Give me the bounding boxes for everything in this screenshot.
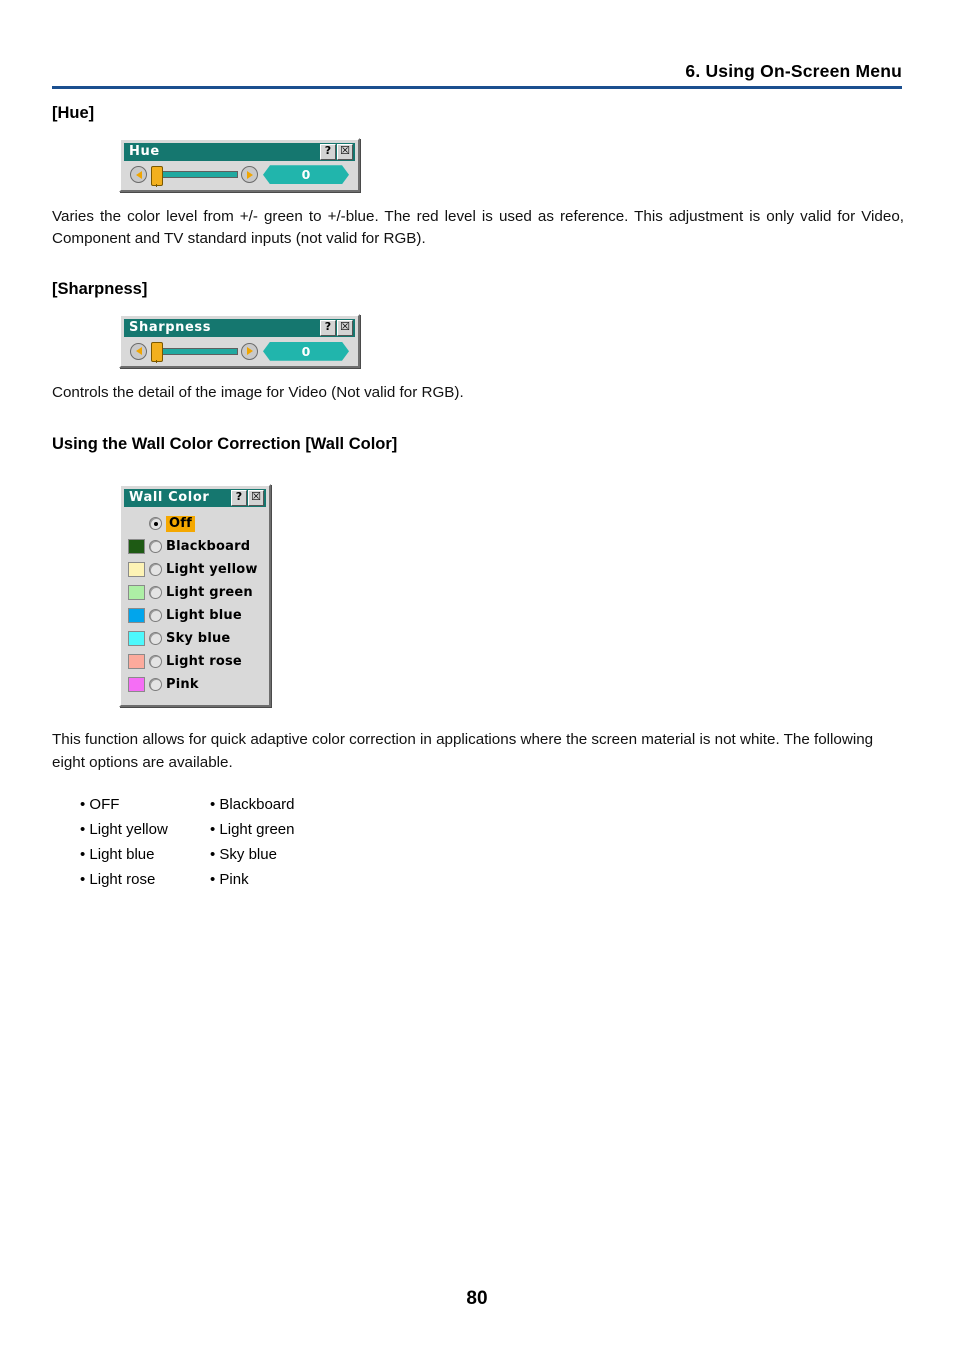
close-icon[interactable]: ☒ xyxy=(337,320,353,337)
hue-titlebar-buttons: ? ☒ xyxy=(320,143,353,160)
radio-button-icon[interactable] xyxy=(149,632,162,646)
hue-slider[interactable] xyxy=(148,165,240,187)
heading-hue: [Hue] xyxy=(52,104,95,122)
sharpness-slider[interactable] xyxy=(148,342,240,364)
wall-color-item-light-blue[interactable]: Light blue xyxy=(128,604,262,627)
wall-color-item-light-rose[interactable]: Light rose xyxy=(128,650,262,673)
sharpness-slider-track xyxy=(156,347,238,355)
wall-color-option: • Light yellow xyxy=(80,821,168,839)
wall-color-option: • Light blue xyxy=(80,846,155,864)
color-swatch-icon xyxy=(128,585,145,601)
wall-color-item-sky-blue[interactable]: Sky blue xyxy=(128,627,262,650)
help-icon[interactable]: ? xyxy=(320,143,336,160)
wall-color-option: • Pink xyxy=(210,871,249,889)
wall-color-item-light-yellow[interactable]: Light yellow xyxy=(128,558,262,581)
wall-color-item-label: Sky blue xyxy=(166,630,231,646)
wall-color-item-off[interactable]: Off xyxy=(128,512,262,535)
wall-color-item-blackboard[interactable]: Blackboard xyxy=(128,535,262,558)
heading-wall-color: Using the Wall Color Correction [Wall Co… xyxy=(52,434,398,453)
sharpness-dialog-title: Sharpness xyxy=(129,320,212,336)
wall-color-option: • Light rose xyxy=(80,871,156,889)
radio-button-icon[interactable] xyxy=(149,563,162,577)
wall-color-item-label: Light green xyxy=(166,584,253,600)
sharpness-value: 0 xyxy=(263,342,349,361)
wall-color-item-label: Light blue xyxy=(166,607,242,623)
radio-button-icon[interactable] xyxy=(149,586,162,600)
hue-slider-track xyxy=(156,171,238,179)
wall-color-item-light-green[interactable]: Light green xyxy=(128,581,262,604)
sharpness-osd-dialog[interactable]: Sharpness ? ☒ 0 xyxy=(119,314,360,369)
wall-color-osd-dialog[interactable]: Wall Color ? ☒ Off Blackboard Light yellow… xyxy=(119,484,271,708)
wall-color-options-list: • OFF • Blackboard • Light yellow • Light g… xyxy=(80,792,904,892)
wall-color-description: This function allows for quick adaptive … xyxy=(52,731,874,771)
color-swatch-icon xyxy=(128,608,145,624)
radio-button-icon[interactable] xyxy=(149,540,162,554)
page-header: 6. Using On-Screen Menu xyxy=(52,61,902,90)
radio-button-icon[interactable] xyxy=(149,517,162,531)
hue-value: 0 xyxy=(263,165,349,184)
page-content: [Hue] Hue ? ☒ 0 Varies the color level f… xyxy=(52,104,904,892)
color-swatch-icon xyxy=(128,654,145,670)
wall-color-item-label: Light yellow xyxy=(166,561,258,577)
close-icon[interactable]: ☒ xyxy=(248,490,264,507)
hue-slider-thumb[interactable] xyxy=(151,165,163,187)
wall-color-option: • Blackboard xyxy=(210,796,295,814)
hue-dialog-title: Hue xyxy=(129,143,160,159)
wall-color-dialog-title: Wall Color xyxy=(129,490,210,506)
wall-color-option: • Sky blue xyxy=(210,846,277,864)
page-title: 6. Using On-Screen Menu xyxy=(685,61,902,81)
help-icon[interactable]: ? xyxy=(231,490,247,507)
wall-color-item-label: Pink xyxy=(166,676,199,692)
increase-arrow-icon[interactable] xyxy=(241,342,258,360)
sharpness-slider-thumb[interactable] xyxy=(151,342,163,364)
wall-color-titlebar-buttons: ? ☒ xyxy=(231,490,264,507)
wall-color-titlebar: Wall Color ? ☒ xyxy=(124,489,266,508)
decrease-arrow-icon[interactable] xyxy=(130,342,147,360)
help-icon[interactable]: ? xyxy=(320,320,336,337)
wall-color-option: • Light green xyxy=(210,821,295,839)
wall-color-item-label: Blackboard xyxy=(166,538,251,554)
heading-sharpness: [Sharpness] xyxy=(52,280,148,299)
hue-slider-row: 0 xyxy=(124,161,355,187)
wall-color-item-label: Off xyxy=(166,515,195,532)
page-number: 80 xyxy=(466,1288,488,1309)
wall-color-item-pink[interactable]: Pink xyxy=(128,673,262,696)
radio-button-icon[interactable] xyxy=(149,609,162,623)
sharpness-description: Controls the detail of the image for Vid… xyxy=(52,384,464,402)
wall-color-option: • OFF xyxy=(80,796,120,814)
increase-arrow-icon[interactable] xyxy=(241,166,258,184)
wall-color-item-label: Light rose xyxy=(166,653,242,669)
sharpness-slider-row: 0 xyxy=(124,337,355,364)
close-icon[interactable]: ☒ xyxy=(337,143,353,160)
color-swatch-icon xyxy=(128,677,145,693)
hue-description: Varies the color level from +/- green to… xyxy=(52,207,904,248)
decrease-arrow-icon[interactable] xyxy=(130,166,147,184)
color-swatch-icon xyxy=(128,539,145,555)
hue-osd-dialog[interactable]: Hue ? ☒ 0 xyxy=(119,137,360,192)
color-swatch-icon xyxy=(128,516,145,531)
wall-color-list: Off Blackboard Light yellow Light green Ligh… xyxy=(124,507,266,702)
sharpness-titlebar-buttons: ? ☒ xyxy=(320,320,353,337)
radio-button-icon[interactable] xyxy=(149,678,162,692)
hue-titlebar: Hue ? ☒ xyxy=(124,142,355,161)
radio-button-icon[interactable] xyxy=(149,655,162,669)
sharpness-titlebar: Sharpness ? ☒ xyxy=(124,319,355,338)
color-swatch-icon xyxy=(128,631,145,647)
header-divider xyxy=(52,86,902,90)
color-swatch-icon xyxy=(128,562,145,578)
